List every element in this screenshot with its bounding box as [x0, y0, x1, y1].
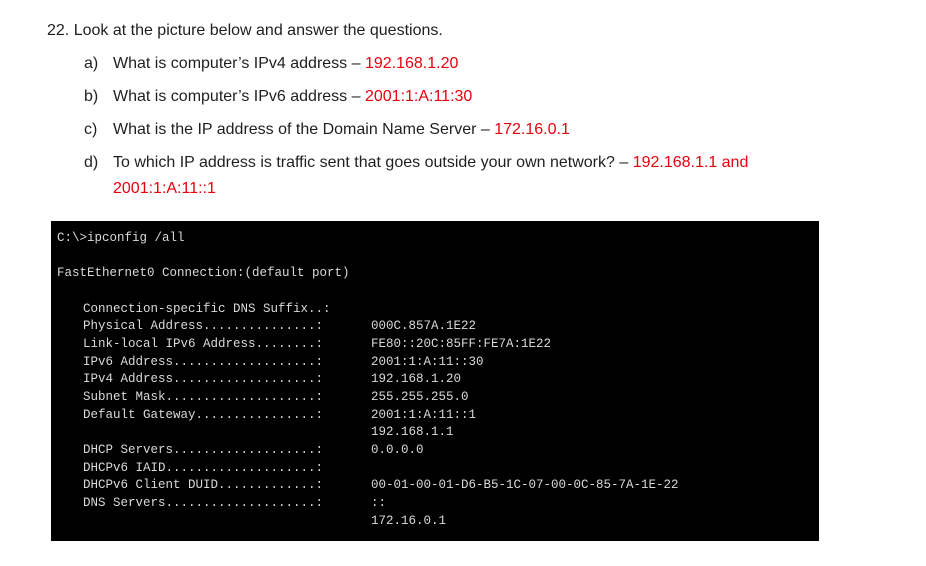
item-answer-continued: 2001:1:A:11::1 — [113, 180, 216, 197]
ipv4-address-value: 192.168.1.20 — [371, 372, 462, 386]
question-item-b: b) What is computer’s IPv6 address – 2001… — [84, 86, 472, 108]
item-letter: b) — [84, 88, 99, 105]
default-gateway-value: 192.168.1.1 — [371, 425, 454, 439]
item-text: What is the IP address of the Domain Nam… — [113, 121, 495, 138]
console-label: DHCPv6 IAID....................: — [83, 461, 324, 475]
console-label: Connection-specific DNS Suffix..: — [83, 302, 331, 316]
console-label: DHCPv6 Client DUID.............: — [83, 478, 324, 492]
item-text: To which IP address is traffic sent that… — [113, 154, 633, 171]
default-gateway-value: 2001:1:A:11::1 — [371, 408, 477, 422]
console-label: DHCP Servers...................: — [83, 443, 324, 457]
console-label: IPv6 Address...................: — [83, 355, 324, 369]
dns-servers-value: :: — [371, 496, 387, 510]
console-label: Physical Address...............: — [83, 319, 324, 333]
question-title: 22. Look at the picture below and answer… — [47, 22, 443, 39]
question-item-d: d) To which IP address is traffic sent th… — [84, 152, 748, 174]
command-prompt-screenshot: C:\>ipconfig /all FastEthernet0 Connecti… — [51, 221, 819, 541]
dns-servers-value: 172.16.0.1 — [371, 514, 447, 528]
link-local-ipv6-value: FE80::20C:85FF:FE7A:1E22 — [371, 337, 552, 351]
item-text: What is computer’s IPv6 address – — [113, 88, 365, 105]
console-label: Link-local IPv6 Address........: — [83, 337, 324, 351]
question-item-a: a) What is computer’s IPv4 address – 192.… — [84, 53, 458, 75]
item-letter: a) — [84, 55, 99, 72]
item-answer: 2001:1:A:11:30 — [364, 88, 473, 105]
dhcp-servers-value: 0.0.0.0 — [371, 443, 424, 457]
item-answer: 192.168.1.20 — [364, 55, 459, 72]
physical-address-value: 000C.857A.1E22 — [371, 319, 477, 333]
console-label: Subnet Mask....................: — [83, 390, 324, 404]
console-command: C:\>ipconfig /all — [57, 231, 185, 245]
item-letter: d) — [84, 154, 99, 171]
item-letter: c) — [84, 121, 98, 138]
subnet-mask-value: 255.255.255.0 — [371, 390, 469, 404]
console-label: Default Gateway................: — [83, 408, 324, 422]
console-adapter-header: FastEthernet0 Connection:(default port) — [57, 266, 350, 280]
ipv6-address-value: 2001:1:A:11::30 — [371, 355, 484, 369]
item-answer: 192.168.1.1 and — [632, 154, 749, 171]
console-label: DNS Servers....................: — [83, 496, 324, 510]
dhcpv6-client-duid-value: 00-01-00-01-D6-B5-1C-07-00-0C-85-7A-1E-2… — [371, 478, 679, 492]
console-label: IPv4 Address...................: — [83, 372, 324, 386]
question-item-c: c) What is the IP address of the Domain N… — [84, 119, 570, 141]
item-text: What is computer’s IPv4 address – — [113, 55, 365, 72]
item-answer: 172.16.0.1 — [494, 121, 570, 138]
